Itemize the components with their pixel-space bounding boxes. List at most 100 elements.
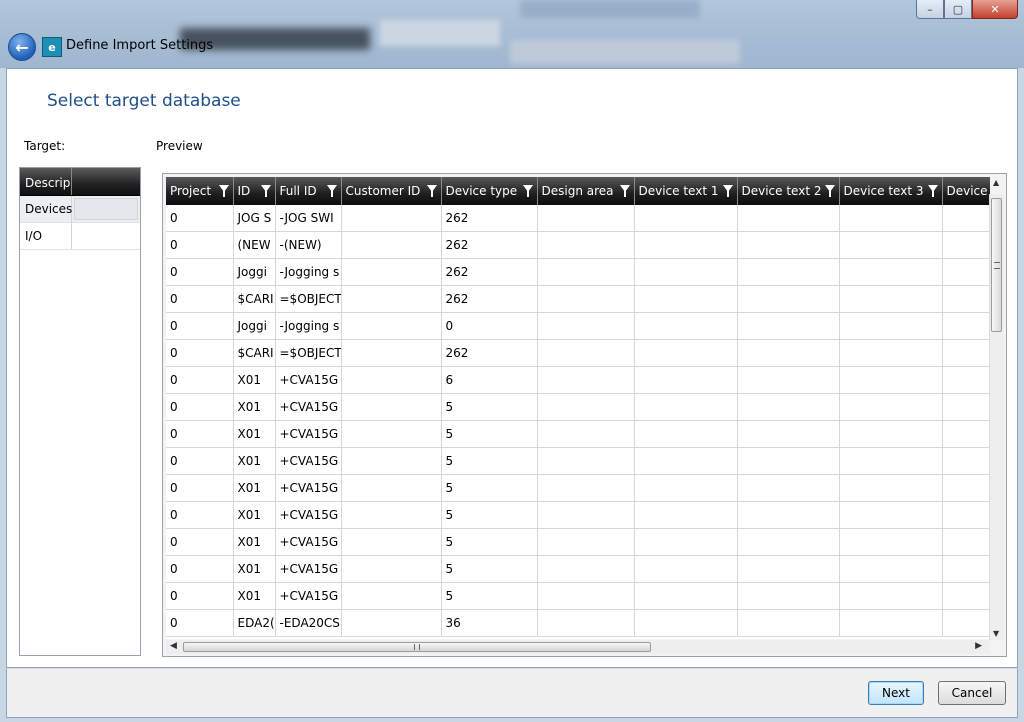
table-cell[interactable]: [537, 231, 635, 259]
table-cell[interactable]: [737, 609, 840, 637]
table-cell[interactable]: [839, 312, 943, 340]
table-cell[interactable]: [341, 393, 442, 421]
target-item-io[interactable]: I/O: [20, 223, 140, 250]
table-cell[interactable]: [942, 609, 990, 637]
table-cell[interactable]: [537, 420, 635, 448]
scroll-right-icon[interactable]: ▶: [975, 641, 982, 651]
table-cell[interactable]: [634, 555, 738, 583]
column-header[interactable]: Device text 2: [737, 177, 840, 205]
table-row[interactable]: 0 X01 +CVA15G 5: [166, 555, 990, 583]
table-cell[interactable]: [537, 393, 635, 421]
table-cell[interactable]: [537, 205, 635, 232]
table-cell[interactable]: [341, 231, 442, 259]
table-cell[interactable]: [942, 528, 990, 556]
scroll-up-icon[interactable]: ▲: [993, 178, 999, 187]
table-cell[interactable]: 262: [441, 258, 538, 286]
table-cell[interactable]: [942, 393, 990, 421]
table-cell[interactable]: [537, 258, 635, 286]
table-cell[interactable]: [341, 609, 442, 637]
table-cell[interactable]: [341, 555, 442, 583]
table-cell[interactable]: Joggi: [233, 312, 276, 340]
table-row[interactable]: 0 X01 +CVA15G 5: [166, 501, 990, 529]
table-cell[interactable]: [537, 474, 635, 502]
table-row[interactable]: 0 JOG S -JOG SWI 262: [166, 205, 990, 232]
table-cell[interactable]: 0: [166, 474, 234, 502]
scroll-down-icon[interactable]: ▼: [993, 629, 999, 638]
table-cell[interactable]: [737, 420, 840, 448]
table-row[interactable]: 0 X01 +CVA15G 5: [166, 420, 990, 448]
table-cell[interactable]: [537, 555, 635, 583]
table-cell[interactable]: 0: [166, 609, 234, 637]
table-cell[interactable]: 0: [166, 555, 234, 583]
filter-icon[interactable]: [260, 185, 271, 197]
filter-icon[interactable]: [218, 185, 229, 197]
table-cell[interactable]: [839, 231, 943, 259]
table-cell[interactable]: [341, 474, 442, 502]
cancel-button[interactable]: Cancel: [938, 681, 1006, 705]
table-cell[interactable]: 0: [166, 420, 234, 448]
table-cell[interactable]: [839, 528, 943, 556]
table-cell[interactable]: X01: [233, 393, 276, 421]
table-cell[interactable]: +CVA15G: [275, 501, 342, 529]
table-row[interactable]: 0 EDA2(-EDA20CS 36: [166, 609, 990, 637]
table-cell[interactable]: [341, 205, 442, 232]
horizontal-scrollbar[interactable]: ◀ ▶: [166, 640, 990, 654]
column-header[interactable]: Customer ID: [341, 177, 442, 205]
back-arrow-icon[interactable]: ←: [8, 33, 36, 61]
filter-icon[interactable]: [619, 185, 630, 197]
table-cell[interactable]: 5: [441, 501, 538, 529]
table-cell[interactable]: 0: [166, 312, 234, 340]
table-cell[interactable]: [341, 447, 442, 475]
table-row[interactable]: 0 Joggi -Jogging s 262: [166, 258, 990, 286]
filter-icon[interactable]: [522, 185, 533, 197]
table-cell[interactable]: 0: [166, 258, 234, 286]
filter-icon[interactable]: [722, 185, 733, 197]
table-cell[interactable]: 5: [441, 528, 538, 556]
close-button[interactable]: ✕: [972, 0, 1018, 19]
table-cell[interactable]: 0: [441, 312, 538, 340]
table-cell[interactable]: +CVA15G: [275, 528, 342, 556]
table-cell[interactable]: [942, 258, 990, 286]
table-cell[interactable]: [737, 366, 840, 394]
table-cell[interactable]: [537, 447, 635, 475]
table-cell[interactable]: EDA2(: [233, 609, 276, 637]
table-cell[interactable]: -JOG SWI: [275, 205, 342, 232]
table-cell[interactable]: +CVA15G: [275, 393, 342, 421]
table-cell[interactable]: [942, 205, 990, 232]
table-cell[interactable]: +CVA15G: [275, 366, 342, 394]
table-cell[interactable]: [634, 474, 738, 502]
table-cell[interactable]: =$OBJECT: [275, 339, 342, 367]
table-cell[interactable]: [737, 501, 840, 529]
table-cell[interactable]: $CARI: [233, 339, 276, 367]
table-cell[interactable]: [839, 258, 943, 286]
table-cell[interactable]: [839, 366, 943, 394]
table-cell[interactable]: [634, 339, 738, 367]
table-cell[interactable]: X01: [233, 528, 276, 556]
table-cell[interactable]: 0: [166, 501, 234, 529]
table-cell[interactable]: [839, 555, 943, 583]
table-cell[interactable]: [634, 420, 738, 448]
maximize-button[interactable]: ▢: [944, 0, 972, 19]
table-cell[interactable]: [634, 393, 738, 421]
vertical-scroll-thumb[interactable]: [991, 198, 1002, 332]
filter-icon[interactable]: [326, 185, 337, 197]
table-cell[interactable]: [537, 366, 635, 394]
table-cell[interactable]: 0: [166, 393, 234, 421]
table-cell[interactable]: [341, 582, 442, 610]
column-header[interactable]: Design area: [537, 177, 635, 205]
column-header[interactable]: Device text 3: [839, 177, 943, 205]
scroll-left-icon[interactable]: ◀: [170, 641, 177, 651]
table-cell[interactable]: [634, 285, 738, 313]
table-cell[interactable]: [737, 231, 840, 259]
table-cell[interactable]: Joggi: [233, 258, 276, 286]
table-cell[interactable]: [839, 474, 943, 502]
table-cell[interactable]: JOG S: [233, 205, 276, 232]
table-row[interactable]: 0 Joggi -Jogging s0: [166, 312, 990, 340]
table-cell[interactable]: [634, 447, 738, 475]
table-cell[interactable]: -EDA20CS: [275, 609, 342, 637]
table-cell[interactable]: [737, 474, 840, 502]
table-row[interactable]: 0 X01 +CVA15G 5: [166, 447, 990, 475]
table-cell[interactable]: [942, 312, 990, 340]
table-cell[interactable]: [537, 528, 635, 556]
table-cell[interactable]: +CVA15G: [275, 447, 342, 475]
